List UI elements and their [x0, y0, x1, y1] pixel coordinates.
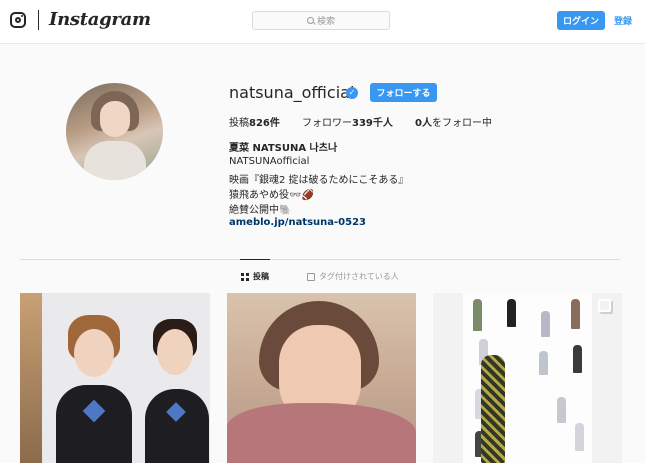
instagram-camera-icon: [10, 11, 26, 28]
bio-line: 絶賛公開中🐘: [229, 205, 292, 216]
post-thumbnail[interactable]: [20, 293, 210, 463]
active-tab-indicator: [240, 259, 270, 260]
bio-line: 映画『銀魂2 掟は破るためにこそある』: [229, 175, 409, 186]
following-count[interactable]: 0人をフォロー中: [415, 114, 492, 129]
verified-badge-icon: ✓: [346, 87, 358, 99]
search-icon: [306, 17, 314, 24]
profile-username: natsuna_official: [229, 83, 355, 102]
top-nav: Instagram 検索 ログイン 登録: [0, 0, 645, 44]
profile-avatar[interactable]: [66, 83, 163, 180]
followers-count[interactable]: フォロワー339千人: [302, 114, 393, 129]
bio-website-link[interactable]: ameblo.jp/natsuna-0523: [229, 217, 366, 228]
grid-icon: [241, 272, 249, 281]
tabs-divider: [20, 259, 620, 260]
logo-link[interactable]: Instagram: [10, 9, 151, 30]
search-placeholder: 検索: [316, 17, 335, 27]
signup-link[interactable]: 登録: [614, 14, 632, 27]
tagged-icon: [307, 272, 315, 281]
posts-count: 投稿826件: [229, 118, 280, 129]
search-input[interactable]: 検索: [252, 11, 390, 30]
bio-line: 猿飛あやめ役👓🏈: [229, 190, 314, 201]
tab-tagged[interactable]: タグ付けされている人: [307, 271, 399, 282]
login-button[interactable]: ログイン: [557, 11, 605, 30]
logo-divider: [38, 9, 39, 30]
carousel-icon: [598, 299, 611, 312]
bio-line: NATSUNAofficial: [229, 156, 310, 167]
post-thumbnail[interactable]: [227, 293, 416, 463]
bio-full-name: 夏菜 NATSUNA 나츠나: [229, 143, 338, 154]
instagram-wordmark: Instagram: [49, 9, 151, 30]
follow-button[interactable]: フォローする: [370, 83, 437, 102]
tab-posts[interactable]: 投稿: [241, 271, 269, 282]
post-thumbnail[interactable]: [433, 293, 622, 463]
